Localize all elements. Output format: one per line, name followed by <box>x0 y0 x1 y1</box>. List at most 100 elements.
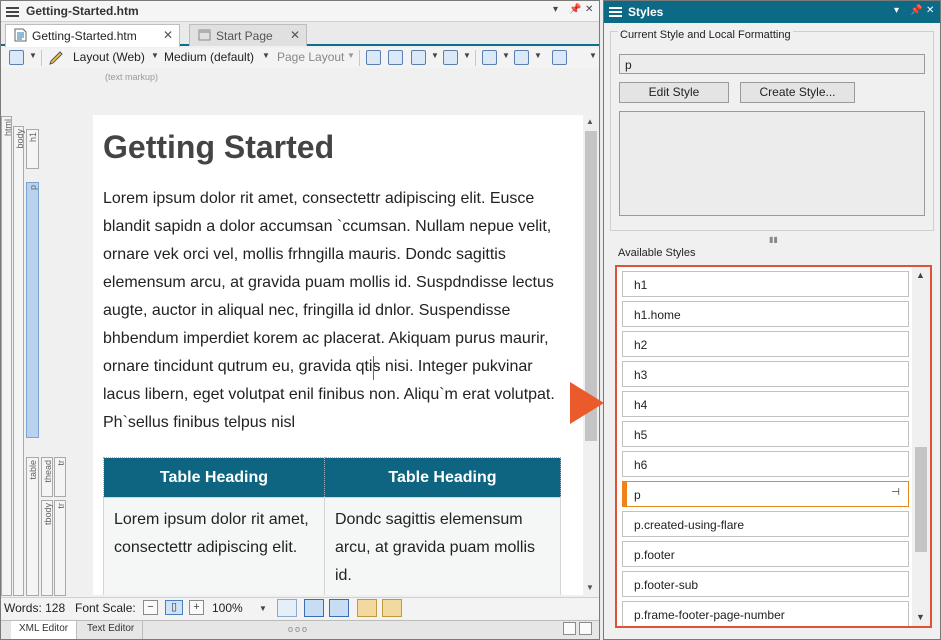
menu-icon[interactable] <box>6 7 19 17</box>
text-style-icon[interactable] <box>514 50 529 65</box>
pin-icon[interactable]: 📌 <box>910 5 922 16</box>
page-paragraph[interactable]: Lorem ipsum dolor rit amet, consectettr … <box>103 185 563 437</box>
styles-pane-header: Styles ▾ 📌 ✕ <box>604 1 940 23</box>
scroll-up-icon[interactable]: ▲ <box>586 117 594 126</box>
structure-bars-left-button[interactable] <box>304 599 324 617</box>
chevron-down-icon[interactable]: ▼ <box>151 51 159 60</box>
style-item-h3[interactable]: h3 <box>622 361 909 387</box>
dropdown-icon[interactable]: ▾ <box>553 4 558 15</box>
splitter-grip[interactable]: ooo <box>288 624 309 634</box>
document-tabs: Getting-Started.htm ✕ Start Page ✕ <box>1 22 599 47</box>
structure-bar-p[interactable]: p <box>26 182 39 438</box>
equation-icon[interactable] <box>482 50 497 65</box>
table-icon[interactable] <box>443 50 458 65</box>
text-markup-note: (text markup) <box>105 72 159 82</box>
style-item-p-selected[interactable]: p ⊣ <box>622 481 909 507</box>
font-scale-label: Font Scale: <box>75 601 136 615</box>
layout-pen-icon[interactable] <box>48 50 64 66</box>
table-body-cell[interactable]: Lorem ipsum dolor rit amet, consectettr … <box>103 497 325 595</box>
zoom-out-button[interactable]: − <box>143 600 158 615</box>
chevron-down-icon[interactable]: ▼ <box>463 51 471 60</box>
structure-bar-body[interactable]: body <box>13 126 25 596</box>
split-view-button[interactable] <box>563 622 576 635</box>
style-item-p-footer-sub[interactable]: p.footer-sub <box>622 571 909 597</box>
dropdown-icon[interactable]: ▾ <box>894 5 899 16</box>
splitter-grip[interactable]: ▮▮ <box>769 235 778 244</box>
structure-bar-table[interactable]: table <box>26 457 39 596</box>
zoom-reset-button[interactable]: ▯ <box>165 600 183 615</box>
link-icon[interactable] <box>366 50 381 65</box>
chevron-down-icon[interactable]: ▼ <box>262 51 270 60</box>
ruler-vertical-button[interactable] <box>382 599 402 617</box>
toolbar-overflow-icon[interactable]: ▼ <box>589 51 597 60</box>
table-heading-cell[interactable]: Table Heading <box>103 457 325 498</box>
medium-dropdown[interactable]: Medium (default) <box>164 49 254 66</box>
color-view-button[interactable] <box>277 599 297 617</box>
tab-label: Getting-Started.htm <box>32 29 137 43</box>
style-item-h1-home[interactable]: h1.home <box>622 301 909 327</box>
page-layout-dropdown[interactable]: Page Layout <box>277 49 344 66</box>
chevron-down-icon[interactable]: ▼ <box>534 51 542 60</box>
style-item-h2[interactable]: h2 <box>622 331 909 357</box>
content-table[interactable]: Table Heading Table Heading Lorem ipsum … <box>103 457 562 595</box>
preview-icon[interactable] <box>9 50 24 65</box>
structure-bars-top-button[interactable] <box>329 599 349 617</box>
structure-bar-tr[interactable]: tr <box>54 457 66 497</box>
structure-bar-h1[interactable]: h1 <box>26 129 39 169</box>
close-icon[interactable]: ✕ <box>290 28 300 42</box>
menu-icon[interactable] <box>609 7 622 17</box>
chevron-down-icon[interactable]: ▼ <box>29 51 37 60</box>
available-styles-list[interactable]: h1 h1.home h2 h3 h4 h5 h6 p ⊣ p.created-… <box>615 265 932 628</box>
image-icon[interactable] <box>411 50 426 65</box>
tab-label: Start Page <box>216 29 273 43</box>
toolbar-separator <box>475 50 476 66</box>
structure-bar-tbody[interactable]: tbody <box>41 500 53 596</box>
cross-reference-icon[interactable] <box>388 50 403 65</box>
scroll-down-icon[interactable]: ▼ <box>586 583 594 592</box>
editor-page[interactable]: Getting Started Lorem ipsum dolor rit am… <box>93 115 583 595</box>
chevron-down-icon[interactable]: ▼ <box>431 51 439 60</box>
zoom-value[interactable]: 100% <box>212 601 243 615</box>
style-item-p-footer[interactable]: p.footer <box>622 541 909 567</box>
style-item-h1[interactable]: h1 <box>622 271 909 297</box>
close-icon[interactable]: ✕ <box>926 5 934 16</box>
styles-list-scrollbar[interactable]: ▲ ▼ <box>912 267 930 626</box>
table-body-cell[interactable]: Dondc sagittis elemensum arcu, at gravid… <box>323 497 562 595</box>
structure-bar-tr[interactable]: tr <box>54 500 66 596</box>
split-horizontal-button[interactable] <box>579 622 592 635</box>
create-style-button[interactable]: Create Style... <box>740 82 855 103</box>
editor-scrollbar[interactable]: ▲ ▼ <box>583 115 599 596</box>
tab-getting-started[interactable]: Getting-Started.htm ✕ <box>5 24 180 47</box>
local-formatting-box <box>619 111 925 216</box>
edit-style-button[interactable]: Edit Style <box>619 82 729 103</box>
pin-icon[interactable]: ⊣ <box>891 487 900 498</box>
style-item-p-created-using-flare[interactable]: p.created-using-flare <box>622 511 909 537</box>
structure-bars: html body h1 p table thead tr tbody tr <box>1 116 66 596</box>
structure-bar-thead[interactable]: thead <box>41 457 53 497</box>
ruler-horizontal-button[interactable] <box>357 599 377 617</box>
scroll-up-icon[interactable]: ▲ <box>916 270 925 280</box>
layout-dropdown[interactable]: Layout (Web) <box>73 49 145 66</box>
chevron-down-icon[interactable]: ▼ <box>259 604 267 613</box>
style-item-h5[interactable]: h5 <box>622 421 909 447</box>
current-style-field[interactable]: p <box>619 54 925 74</box>
chevron-down-icon[interactable]: ▼ <box>347 51 355 60</box>
zoom-in-button[interactable]: + <box>189 600 204 615</box>
tab-text-editor[interactable]: Text Editor <box>79 621 144 639</box>
info-icon[interactable] <box>552 50 567 65</box>
scrollbar-thumb[interactable] <box>915 447 927 552</box>
scroll-down-icon[interactable]: ▼ <box>916 612 925 622</box>
structure-bar-html[interactable]: html <box>1 116 13 596</box>
close-icon[interactable]: ✕ <box>585 4 593 15</box>
tab-start-page[interactable]: Start Page ✕ <box>189 24 307 46</box>
tab-xml-editor[interactable]: XML Editor <box>11 621 78 639</box>
style-item-h4[interactable]: h4 <box>622 391 909 417</box>
chevron-down-icon[interactable]: ▼ <box>502 51 510 60</box>
style-item-h6[interactable]: h6 <box>622 451 909 477</box>
styles-pane-title: Styles <box>628 5 664 19</box>
table-heading-cell[interactable]: Table Heading <box>323 457 562 498</box>
close-icon[interactable]: ✕ <box>163 28 173 42</box>
style-item-p-frame-footer-page-number[interactable]: p.frame-footer-page-number <box>622 601 909 626</box>
pin-icon[interactable]: 📌 <box>569 4 581 15</box>
page-heading[interactable]: Getting Started <box>103 129 334 166</box>
